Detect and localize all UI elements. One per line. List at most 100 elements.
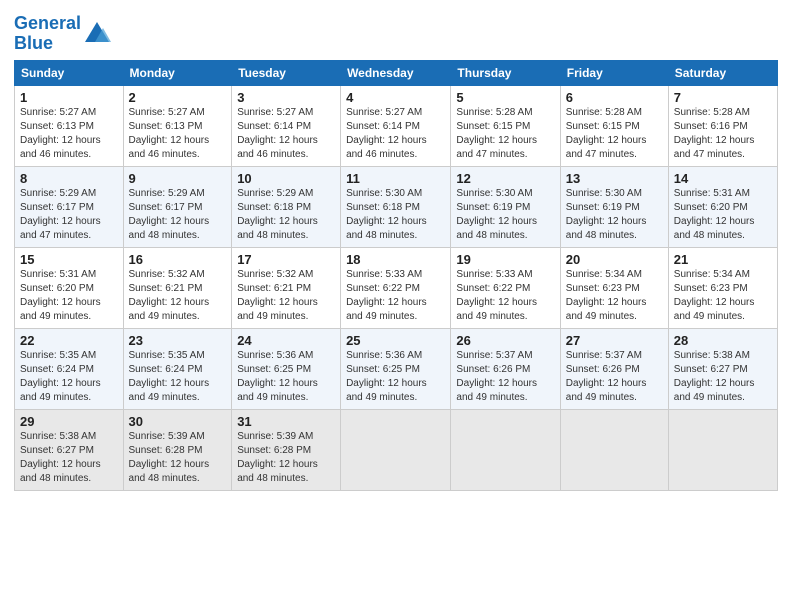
table-row: 2 Sunrise: 5:27 AM Sunset: 6:13 PM Dayli… [123,85,232,166]
day-number: 13 [566,171,663,186]
day-info: Sunrise: 5:28 AM Sunset: 6:16 PM Dayligh… [674,106,772,162]
day-info: Sunrise: 5:27 AM Sunset: 6:13 PM Dayligh… [129,106,227,162]
day-info: Sunrise: 5:34 AM Sunset: 6:23 PM Dayligh… [566,268,663,324]
day-info: Sunrise: 5:30 AM Sunset: 6:18 PM Dayligh… [346,187,445,243]
table-row [341,409,451,490]
day-info: Sunrise: 5:37 AM Sunset: 6:26 PM Dayligh… [456,349,554,405]
day-info: Sunrise: 5:28 AM Sunset: 6:15 PM Dayligh… [566,106,663,162]
calendar-week-row: 22 Sunrise: 5:35 AM Sunset: 6:24 PM Dayl… [15,328,778,409]
header: General Blue [14,10,778,54]
day-number: 21 [674,252,772,267]
logo: General Blue [14,14,111,54]
day-number: 28 [674,333,772,348]
calendar-week-row: 29 Sunrise: 5:38 AM Sunset: 6:27 PM Dayl… [15,409,778,490]
day-info: Sunrise: 5:38 AM Sunset: 6:27 PM Dayligh… [674,349,772,405]
calendar-table: Sunday Monday Tuesday Wednesday Thursday… [14,60,778,491]
table-row: 7 Sunrise: 5:28 AM Sunset: 6:16 PM Dayli… [668,85,777,166]
table-row: 28 Sunrise: 5:38 AM Sunset: 6:27 PM Dayl… [668,328,777,409]
day-number: 7 [674,90,772,105]
table-row: 20 Sunrise: 5:34 AM Sunset: 6:23 PM Dayl… [560,247,668,328]
table-row: 11 Sunrise: 5:30 AM Sunset: 6:18 PM Dayl… [341,166,451,247]
day-number: 22 [20,333,118,348]
table-row: 10 Sunrise: 5:29 AM Sunset: 6:18 PM Dayl… [232,166,341,247]
col-monday: Monday [123,60,232,85]
table-row: 1 Sunrise: 5:27 AM Sunset: 6:13 PM Dayli… [15,85,124,166]
col-thursday: Thursday [451,60,560,85]
day-info: Sunrise: 5:29 AM Sunset: 6:18 PM Dayligh… [237,187,335,243]
day-number: 5 [456,90,554,105]
logo-text: General Blue [14,14,81,54]
day-number: 2 [129,90,227,105]
table-row: 12 Sunrise: 5:30 AM Sunset: 6:19 PM Dayl… [451,166,560,247]
day-number: 29 [20,414,118,429]
table-row: 24 Sunrise: 5:36 AM Sunset: 6:25 PM Dayl… [232,328,341,409]
table-row: 19 Sunrise: 5:33 AM Sunset: 6:22 PM Dayl… [451,247,560,328]
table-row: 16 Sunrise: 5:32 AM Sunset: 6:21 PM Dayl… [123,247,232,328]
day-number: 14 [674,171,772,186]
table-row: 30 Sunrise: 5:39 AM Sunset: 6:28 PM Dayl… [123,409,232,490]
day-number: 15 [20,252,118,267]
table-row: 18 Sunrise: 5:33 AM Sunset: 6:22 PM Dayl… [341,247,451,328]
day-number: 16 [129,252,227,267]
day-info: Sunrise: 5:28 AM Sunset: 6:15 PM Dayligh… [456,106,554,162]
table-row: 8 Sunrise: 5:29 AM Sunset: 6:17 PM Dayli… [15,166,124,247]
logo-icon [83,20,111,48]
day-info: Sunrise: 5:27 AM Sunset: 6:13 PM Dayligh… [20,106,118,162]
day-info: Sunrise: 5:31 AM Sunset: 6:20 PM Dayligh… [20,268,118,324]
table-row [560,409,668,490]
day-number: 11 [346,171,445,186]
table-row: 5 Sunrise: 5:28 AM Sunset: 6:15 PM Dayli… [451,85,560,166]
day-number: 26 [456,333,554,348]
day-info: Sunrise: 5:27 AM Sunset: 6:14 PM Dayligh… [346,106,445,162]
day-info: Sunrise: 5:32 AM Sunset: 6:21 PM Dayligh… [237,268,335,324]
day-number: 6 [566,90,663,105]
calendar-week-row: 1 Sunrise: 5:27 AM Sunset: 6:13 PM Dayli… [15,85,778,166]
col-wednesday: Wednesday [341,60,451,85]
table-row: 26 Sunrise: 5:37 AM Sunset: 6:26 PM Dayl… [451,328,560,409]
table-row: 21 Sunrise: 5:34 AM Sunset: 6:23 PM Dayl… [668,247,777,328]
day-info: Sunrise: 5:31 AM Sunset: 6:20 PM Dayligh… [674,187,772,243]
day-info: Sunrise: 5:37 AM Sunset: 6:26 PM Dayligh… [566,349,663,405]
table-row [451,409,560,490]
calendar-week-row: 15 Sunrise: 5:31 AM Sunset: 6:20 PM Dayl… [15,247,778,328]
table-row: 29 Sunrise: 5:38 AM Sunset: 6:27 PM Dayl… [15,409,124,490]
day-info: Sunrise: 5:35 AM Sunset: 6:24 PM Dayligh… [129,349,227,405]
table-row: 9 Sunrise: 5:29 AM Sunset: 6:17 PM Dayli… [123,166,232,247]
table-row: 22 Sunrise: 5:35 AM Sunset: 6:24 PM Dayl… [15,328,124,409]
table-row: 4 Sunrise: 5:27 AM Sunset: 6:14 PM Dayli… [341,85,451,166]
calendar-header-row: Sunday Monday Tuesday Wednesday Thursday… [15,60,778,85]
day-info: Sunrise: 5:33 AM Sunset: 6:22 PM Dayligh… [456,268,554,324]
day-info: Sunrise: 5:34 AM Sunset: 6:23 PM Dayligh… [674,268,772,324]
col-friday: Friday [560,60,668,85]
day-info: Sunrise: 5:29 AM Sunset: 6:17 PM Dayligh… [20,187,118,243]
col-tuesday: Tuesday [232,60,341,85]
table-row: 13 Sunrise: 5:30 AM Sunset: 6:19 PM Dayl… [560,166,668,247]
day-number: 10 [237,171,335,186]
day-info: Sunrise: 5:38 AM Sunset: 6:27 PM Dayligh… [20,430,118,486]
day-info: Sunrise: 5:29 AM Sunset: 6:17 PM Dayligh… [129,187,227,243]
day-number: 25 [346,333,445,348]
day-number: 9 [129,171,227,186]
table-row: 17 Sunrise: 5:32 AM Sunset: 6:21 PM Dayl… [232,247,341,328]
table-row: 14 Sunrise: 5:31 AM Sunset: 6:20 PM Dayl… [668,166,777,247]
day-number: 17 [237,252,335,267]
table-row: 3 Sunrise: 5:27 AM Sunset: 6:14 PM Dayli… [232,85,341,166]
day-info: Sunrise: 5:39 AM Sunset: 6:28 PM Dayligh… [129,430,227,486]
logo-general: General [14,13,81,33]
day-number: 3 [237,90,335,105]
day-info: Sunrise: 5:35 AM Sunset: 6:24 PM Dayligh… [20,349,118,405]
day-number: 18 [346,252,445,267]
table-row: 6 Sunrise: 5:28 AM Sunset: 6:15 PM Dayli… [560,85,668,166]
table-row [668,409,777,490]
table-row: 31 Sunrise: 5:39 AM Sunset: 6:28 PM Dayl… [232,409,341,490]
day-number: 23 [129,333,227,348]
calendar-week-row: 8 Sunrise: 5:29 AM Sunset: 6:17 PM Dayli… [15,166,778,247]
day-number: 30 [129,414,227,429]
day-number: 4 [346,90,445,105]
col-saturday: Saturday [668,60,777,85]
day-info: Sunrise: 5:36 AM Sunset: 6:25 PM Dayligh… [346,349,445,405]
day-info: Sunrise: 5:30 AM Sunset: 6:19 PM Dayligh… [566,187,663,243]
day-info: Sunrise: 5:33 AM Sunset: 6:22 PM Dayligh… [346,268,445,324]
table-row: 23 Sunrise: 5:35 AM Sunset: 6:24 PM Dayl… [123,328,232,409]
day-number: 20 [566,252,663,267]
